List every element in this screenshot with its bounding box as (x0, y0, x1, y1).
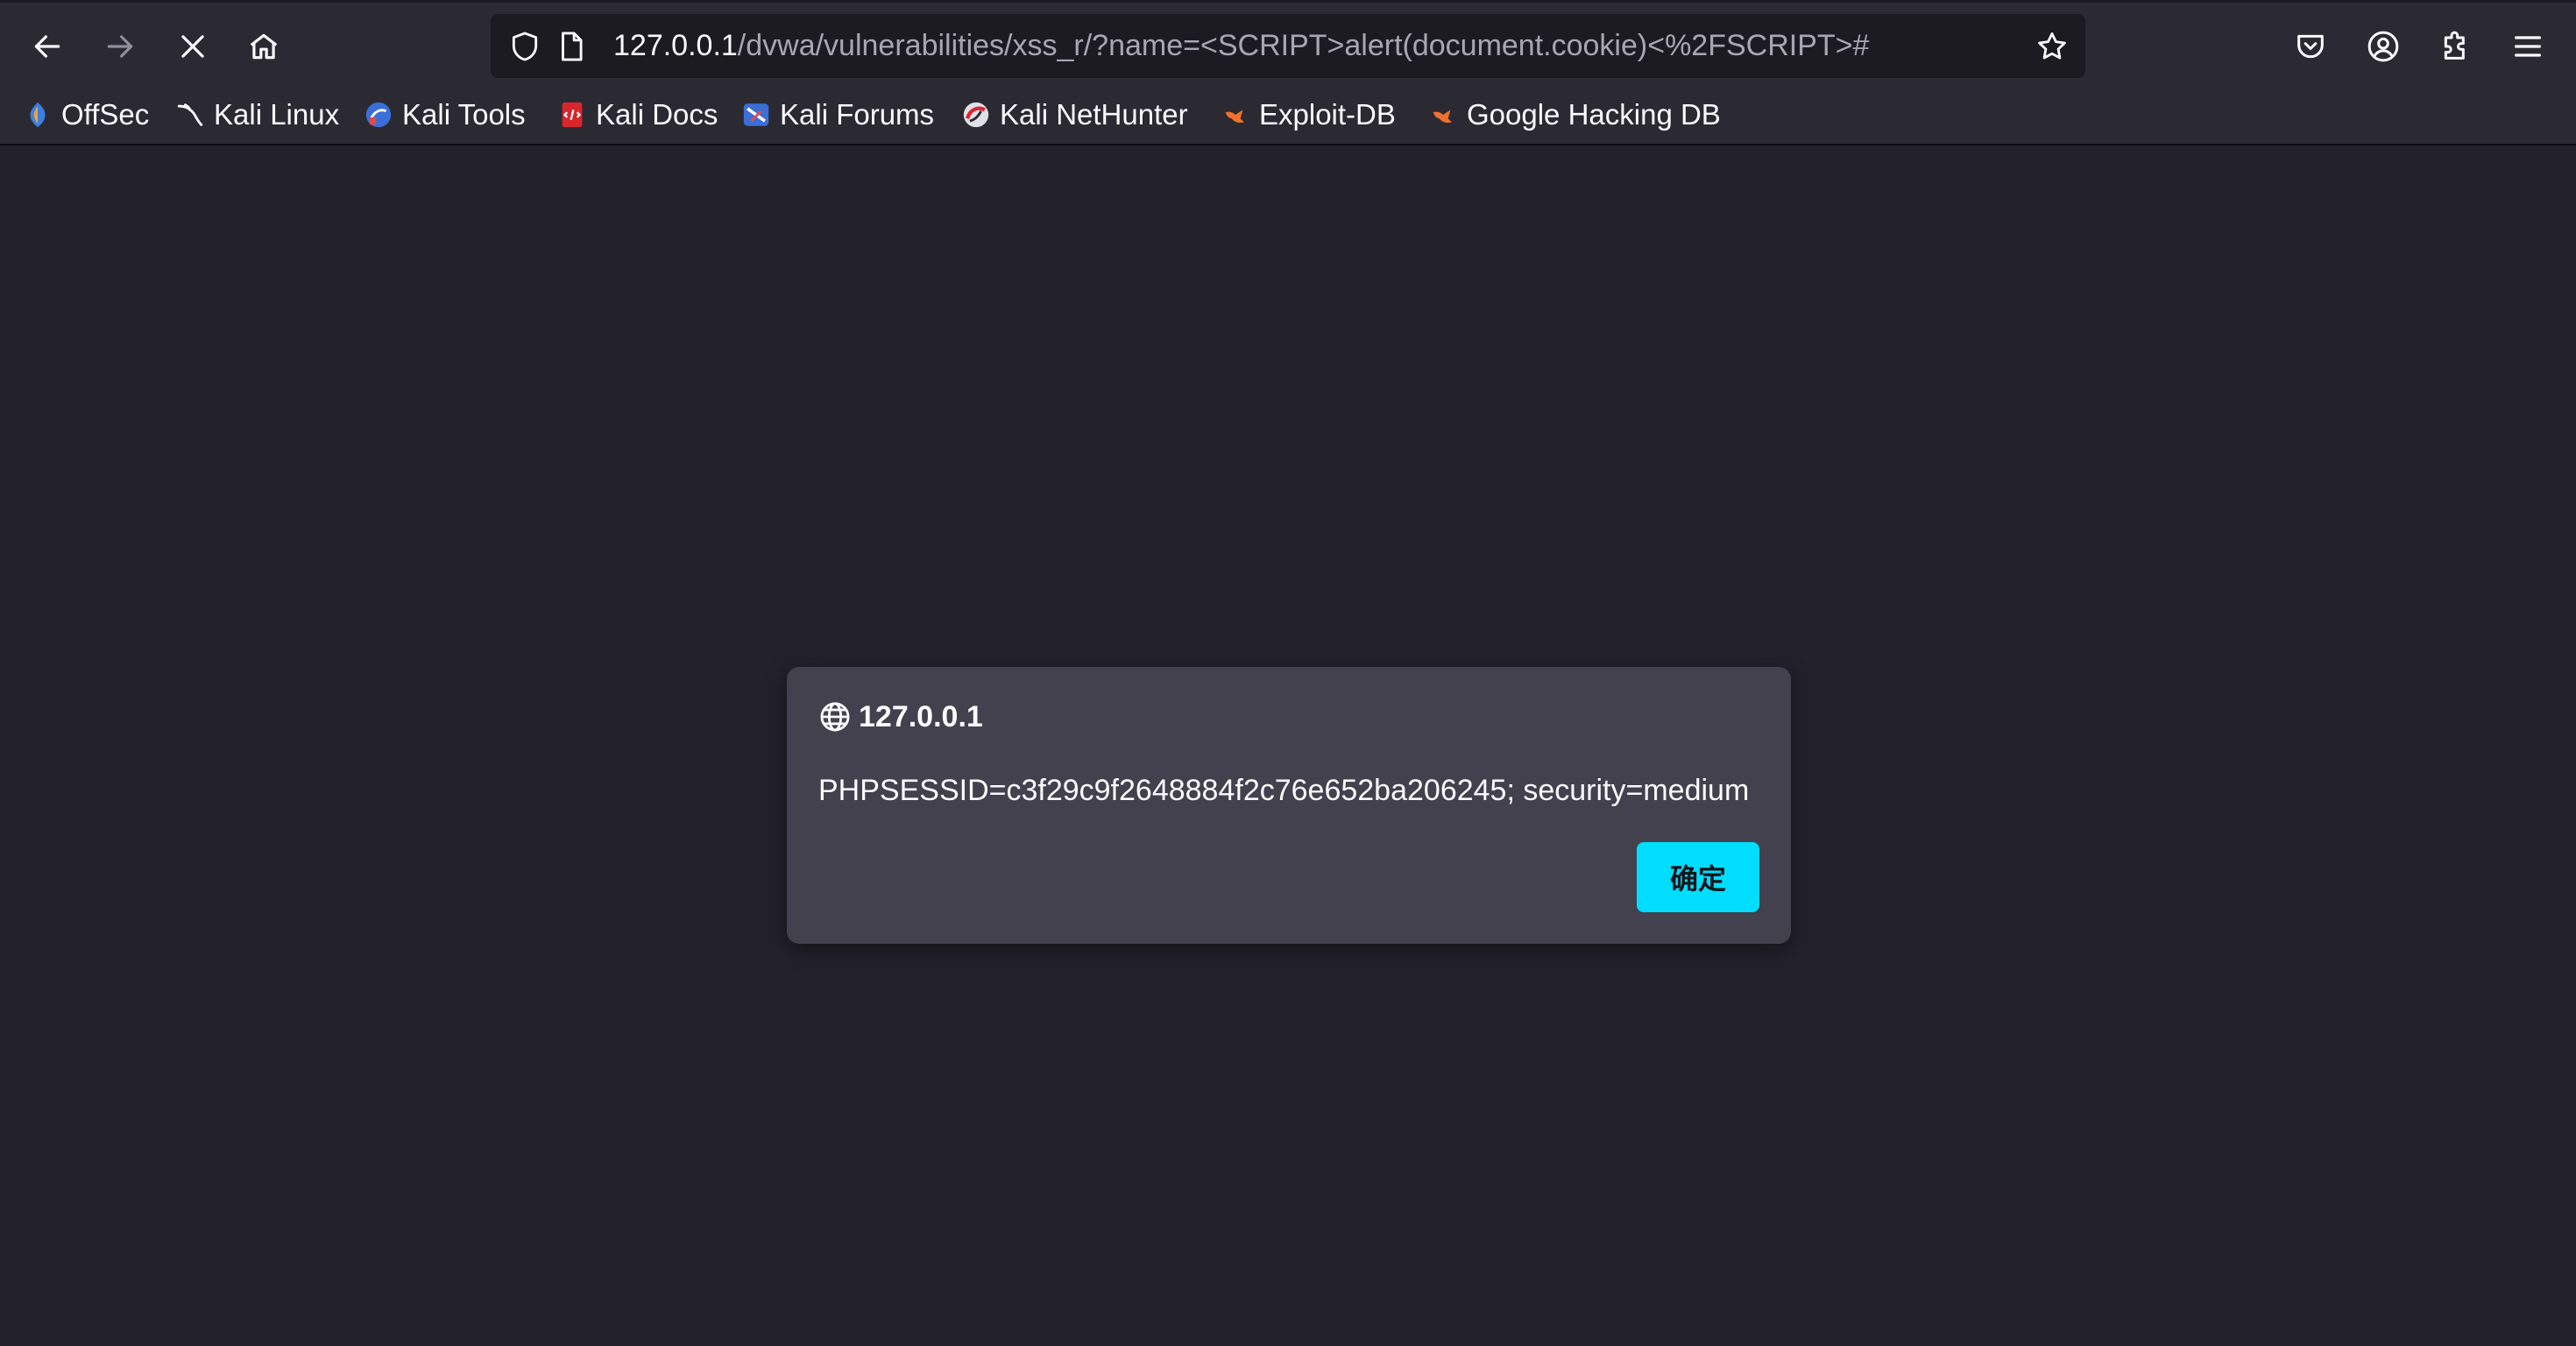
bookmark-kali-docs[interactable]: Kali Docs (557, 86, 718, 144)
home-button[interactable] (236, 18, 292, 74)
kali-docs-icon (557, 100, 587, 130)
ghdb-icon (1428, 100, 1458, 130)
browser-toolbar: 127.0.0.1/dvwa/vulnerabilities/xss_r/?na… (0, 0, 2576, 86)
arrow-left-icon (34, 35, 60, 58)
bookmark-offsec[interactable]: OffSec (23, 86, 149, 144)
bookmarks-toolbar: OffSec Kali Linux Kali Tools Kali Docs K… (0, 86, 2576, 145)
back-button[interactable] (19, 18, 75, 74)
close-icon (181, 35, 204, 58)
dialog-message: PHPSESSID=c3f29c9f2648884f2c76e652ba2062… (818, 774, 1750, 807)
globe-icon (818, 700, 852, 733)
url-path: /dvwa/vulnerabilities/xss_r/?name=<SCRIP… (737, 29, 1870, 62)
bookmark-label: Kali Tools (402, 98, 526, 131)
url-text[interactable]: 127.0.0.1/dvwa/vulnerabilities/xss_r/?na… (613, 14, 1869, 78)
bookmark-kali-forums[interactable]: Kali Forums (741, 86, 934, 144)
exploit-db-icon (1221, 100, 1250, 130)
bookmark-label: Kali Docs (596, 98, 718, 131)
home-icon (250, 33, 278, 60)
page-icon[interactable] (552, 27, 591, 66)
arrow-right-icon (107, 35, 133, 58)
extensions-icon (2444, 31, 2465, 60)
forward-button[interactable] (92, 18, 148, 74)
bookmark-kali-tools[interactable]: Kali Tools (364, 86, 526, 144)
url-host: 127.0.0.1 (613, 29, 738, 62)
account-icon (2367, 31, 2399, 62)
extensions-button[interactable] (2428, 18, 2484, 74)
bookmark-label: Google Hacking DB (1467, 98, 1721, 131)
kali-tools-icon (364, 100, 393, 130)
account-button[interactable] (2355, 18, 2411, 74)
bookmark-label: Kali NetHunter (1000, 98, 1188, 131)
shield-icon[interactable] (506, 27, 544, 66)
kali-dragon-icon (175, 100, 205, 130)
pocket-icon (2297, 34, 2324, 59)
stop-button[interactable] (165, 18, 221, 74)
ok-button[interactable]: 确定 (1637, 842, 1759, 912)
bookmark-label: OffSec (61, 98, 150, 131)
bookmark-kali-nethunter[interactable]: Kali NetHunter (961, 86, 1188, 144)
bookmark-label: Exploit-DB (1259, 98, 1396, 131)
url-bar[interactable]: 127.0.0.1/dvwa/vulnerabilities/xss_r/?na… (491, 14, 2085, 78)
kali-forums-icon (741, 100, 771, 130)
offsec-icon (23, 100, 53, 130)
star-icon[interactable] (2033, 27, 2071, 66)
bookmark-exploit-db[interactable]: Exploit-DB (1221, 86, 1396, 144)
bookmark-label: Kali Forums (780, 98, 935, 131)
nethunter-icon (961, 100, 991, 130)
alert-dialog: 127.0.0.1 PHPSESSID=c3f29c9f2648884f2c76… (787, 667, 1791, 944)
bookmark-label: Kali Linux (214, 98, 340, 131)
menu-icon (2515, 36, 2541, 57)
menu-button[interactable] (2500, 18, 2556, 74)
bookmark-kali-linux[interactable]: Kali Linux (175, 86, 339, 144)
dialog-origin: 127.0.0.1 (859, 700, 983, 733)
bookmark-google-hacking-db[interactable]: Google Hacking DB (1428, 86, 1721, 144)
pocket-button[interactable] (2282, 18, 2339, 74)
